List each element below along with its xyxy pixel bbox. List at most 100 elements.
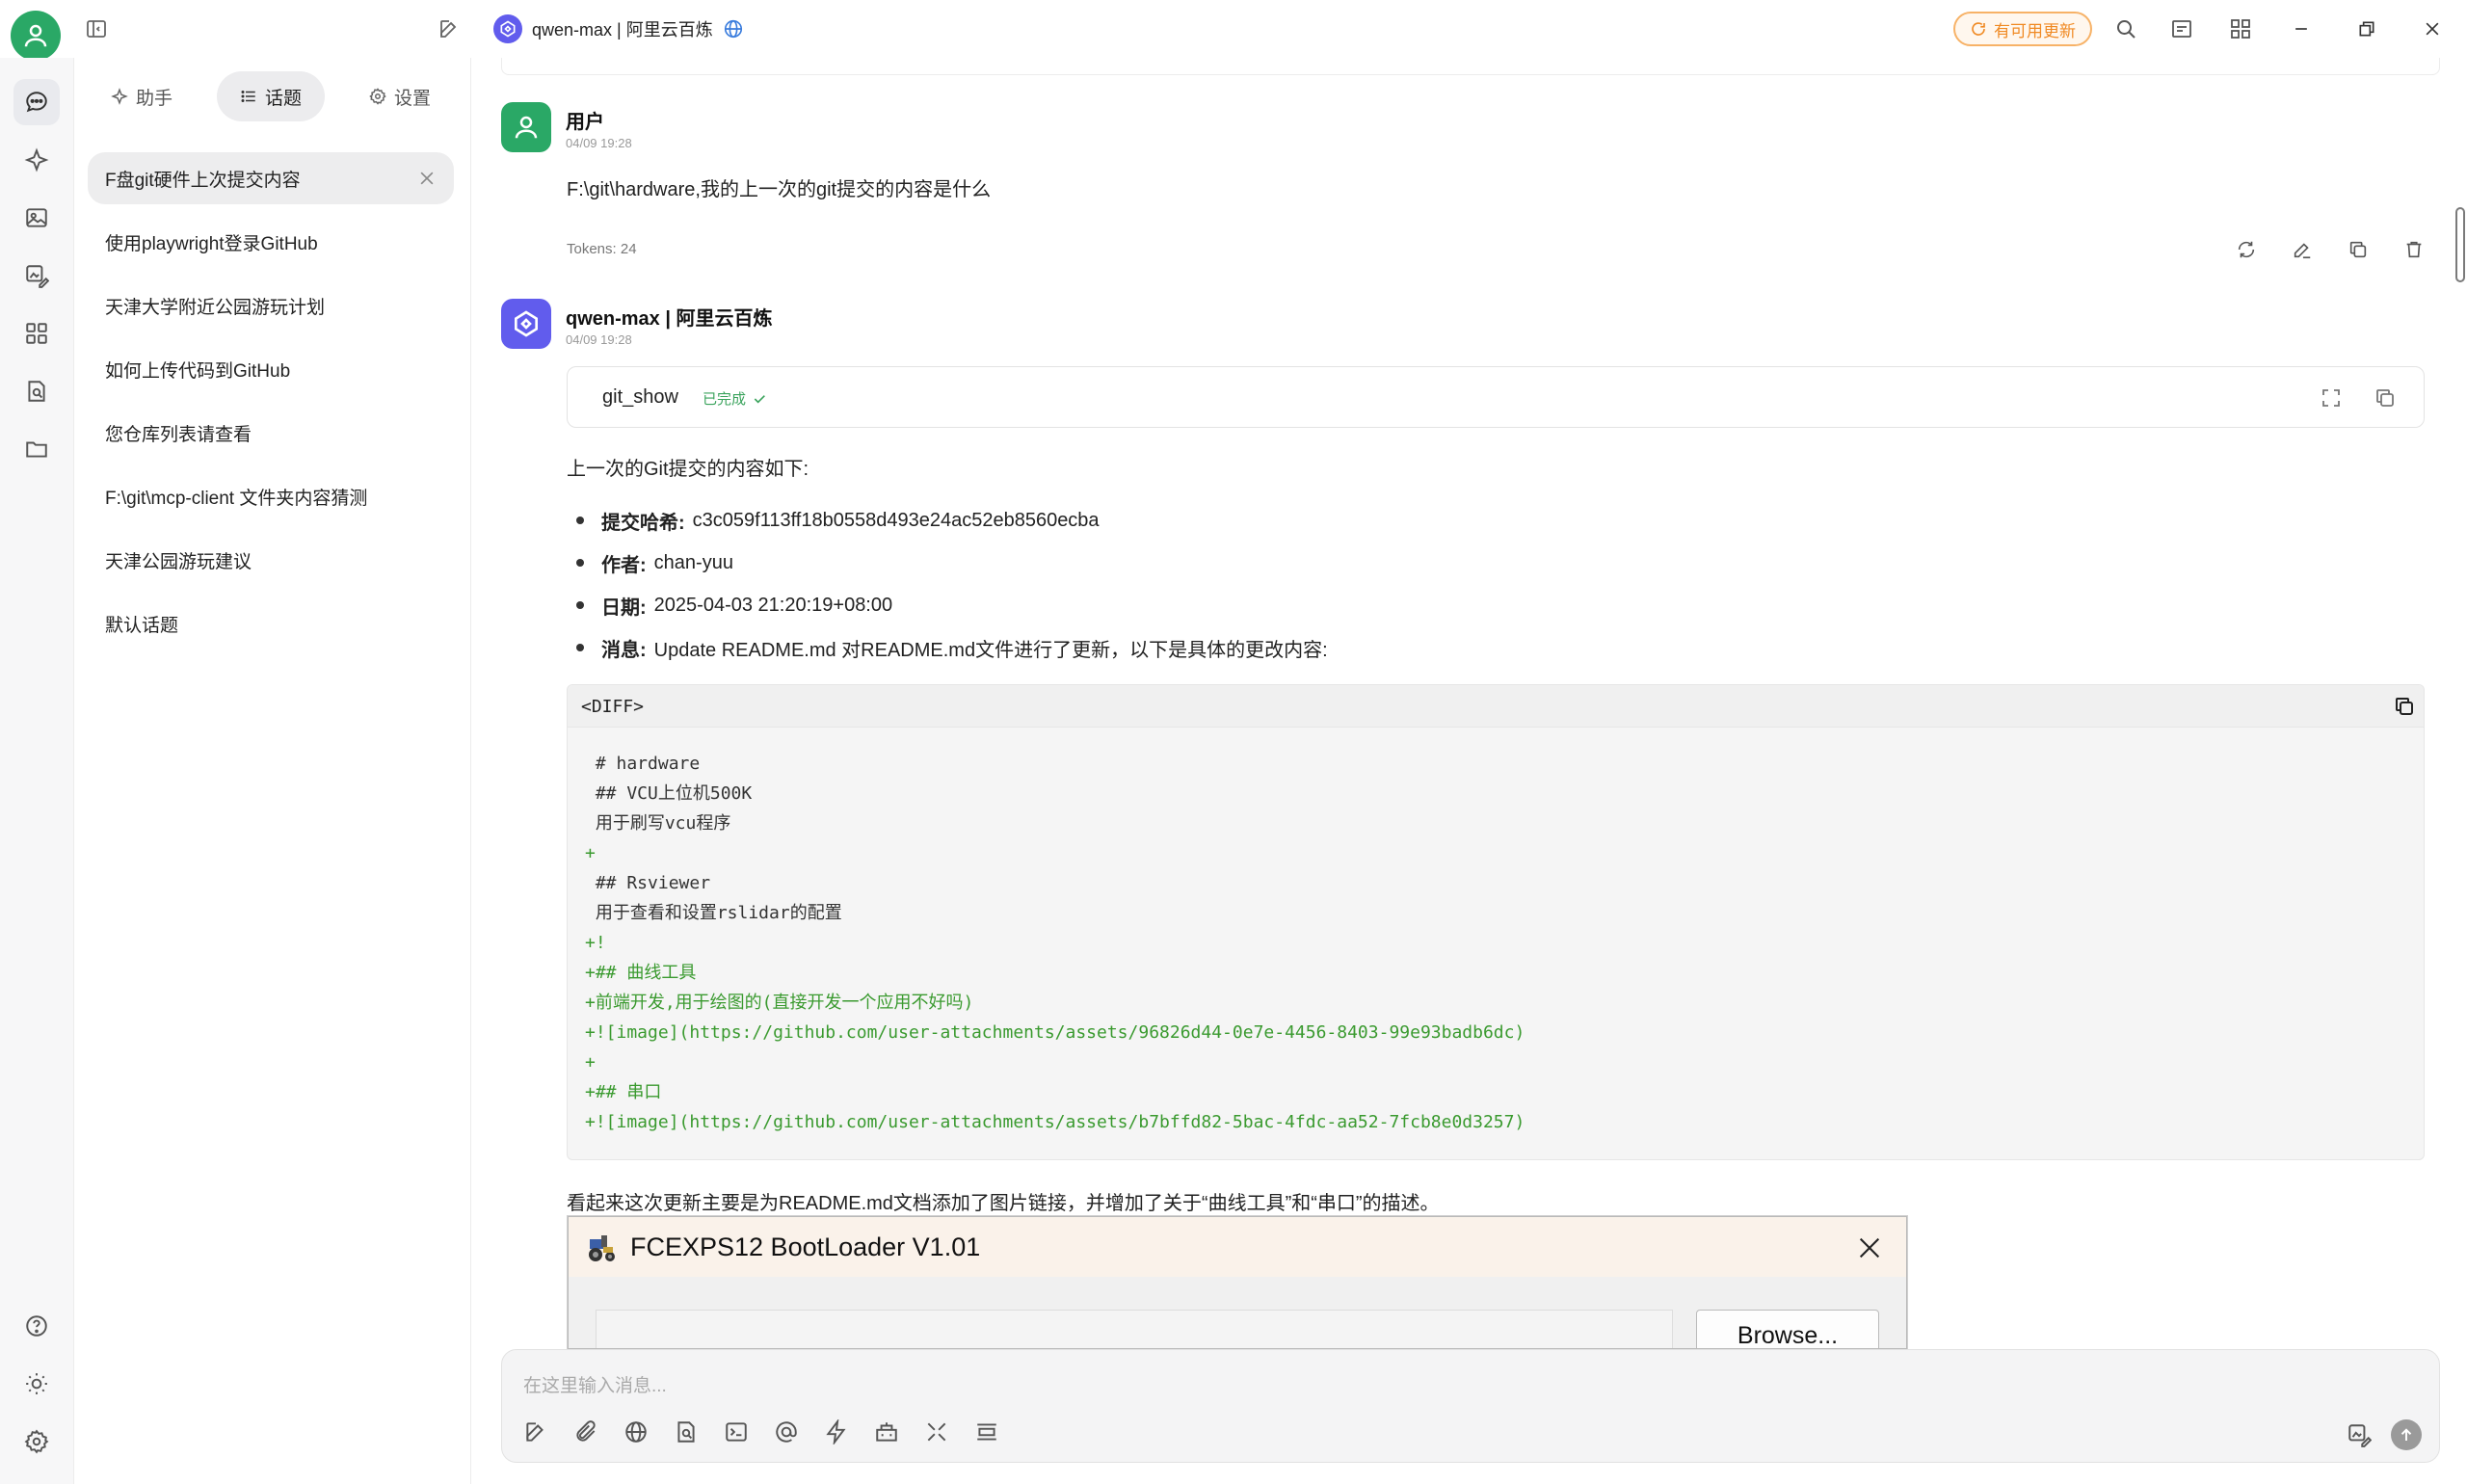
- topic-list: F盘git硬件上次提交内容 使用playwright登录GitHub 天津大学附…: [88, 152, 454, 661]
- rail-chat[interactable]: [13, 79, 60, 125]
- refresh-icon: [1972, 22, 1985, 36]
- topic-item[interactable]: 使用playwright登录GitHub: [88, 216, 454, 268]
- author-value: chan-yuu: [653, 551, 733, 573]
- browse-button[interactable]: Browse...: [1696, 1310, 1879, 1348]
- rail-settings[interactable]: [13, 1418, 60, 1465]
- gear-icon: [369, 88, 386, 105]
- edit-icon[interactable]: [2292, 239, 2313, 260]
- topic-item[interactable]: F盘git硬件上次提交内容: [88, 152, 454, 204]
- file-path-field[interactable]: [596, 1310, 1673, 1348]
- apps-button[interactable]: [2225, 13, 2256, 44]
- rail-knowledge[interactable]: [13, 368, 60, 414]
- assistant-message-time: 04/09 19:28: [566, 332, 632, 347]
- globe-icon[interactable]: [723, 18, 744, 40]
- mention-icon[interactable]: [774, 1419, 799, 1444]
- clear-context-icon[interactable]: [974, 1419, 999, 1444]
- check-icon: [754, 394, 765, 403]
- close-window-button[interactable]: [2417, 13, 2448, 44]
- delete-icon[interactable]: [2403, 239, 2425, 260]
- attachment-icon[interactable]: [573, 1419, 598, 1444]
- edit-icon: [440, 20, 457, 38]
- topic-item[interactable]: F:\git\mcp-client 文件夹内容猜测: [88, 470, 454, 522]
- panel-tabs: 助手 话题 设置: [88, 71, 454, 121]
- model-selector[interactable]: qwen-max | 阿里云百炼: [493, 13, 744, 44]
- code-language: <DIFF>: [581, 697, 645, 717]
- arrow-up-icon: [2401, 1428, 2412, 1441]
- knowledge-base-icon[interactable]: [674, 1419, 699, 1444]
- list-item: 作者: chan-yuu: [567, 542, 1328, 584]
- user-avatar[interactable]: [11, 11, 61, 61]
- bullet-dot: [576, 517, 584, 524]
- rail-apps[interactable]: [13, 310, 60, 357]
- collapse-icon[interactable]: [924, 1419, 949, 1444]
- topic-label: F盘git硬件上次提交内容: [105, 170, 301, 191]
- grid-icon: [2231, 19, 2250, 39]
- minimize-button[interactable]: [2286, 13, 2317, 44]
- send-button[interactable]: [2391, 1419, 2422, 1450]
- search-button[interactable]: [2110, 13, 2141, 44]
- close-icon[interactable]: [1856, 1234, 1883, 1261]
- user-icon: [515, 116, 538, 139]
- message-input-placeholder[interactable]: 在这里输入消息...: [523, 1371, 667, 1397]
- bullet-dot: [576, 601, 584, 609]
- tab-topics[interactable]: 话题: [216, 71, 325, 121]
- rail-translate[interactable]: [13, 252, 60, 299]
- message-actions: [2236, 239, 2425, 260]
- bootloader-titlebar: FCEXPS12 BootLoader V1.01: [569, 1217, 1906, 1277]
- sparkle-icon: [24, 147, 49, 172]
- list-item: 提交哈希: c3c059f113ff18b0558d493e24ac52eb85…: [567, 499, 1328, 542]
- tab-settings[interactable]: 设置: [346, 71, 454, 121]
- regenerate-icon[interactable]: [2236, 239, 2257, 260]
- globe-icon[interactable]: [623, 1419, 649, 1444]
- close-icon[interactable]: [417, 169, 437, 188]
- rail-images[interactable]: [13, 195, 60, 241]
- new-topic-button[interactable]: [434, 13, 464, 44]
- tool-call-card[interactable]: git_show 已完成: [567, 366, 2425, 428]
- help-icon: [26, 1315, 47, 1337]
- expand-icon[interactable]: [2320, 386, 2343, 410]
- topic-item[interactable]: 您仓库列表请查看: [88, 407, 454, 459]
- code-body: # hardware ## VCU上位机500K 用于刷写vcu程序 + ## R…: [568, 728, 2424, 1137]
- new-topic-icon[interactable]: [523, 1419, 548, 1444]
- topic-label: 如何上传代码到GitHub: [105, 360, 291, 382]
- image-edit-icon: [26, 265, 49, 288]
- mcp-server-icon[interactable]: [874, 1419, 899, 1444]
- rail-theme[interactable]: [13, 1361, 60, 1407]
- topic-item[interactable]: 天津公园游玩建议: [88, 534, 454, 586]
- layout-toggle-button[interactable]: [2166, 13, 2197, 44]
- terminal-icon[interactable]: [724, 1419, 749, 1444]
- copy-icon[interactable]: [2393, 695, 2416, 718]
- restore-icon: [2359, 21, 2374, 37]
- user-message-time: 04/09 19:28: [566, 136, 632, 150]
- topic-item[interactable]: 如何上传代码到GitHub: [88, 343, 454, 395]
- commit-hash-key: 提交哈希:: [601, 512, 685, 534]
- apps-grid-icon: [26, 323, 47, 344]
- user-icon: [24, 24, 47, 47]
- message-key: 消息:: [601, 639, 647, 661]
- lightning-icon[interactable]: [824, 1419, 849, 1444]
- copy-icon[interactable]: [2348, 239, 2369, 260]
- code-line: +!: [585, 933, 606, 953]
- list-item: 日期: 2025-04-03 21:20:19+08:00: [567, 584, 1328, 626]
- rail-agents[interactable]: [13, 137, 60, 183]
- restore-button[interactable]: [2351, 13, 2382, 44]
- topic-item[interactable]: 天津大学附近公园游玩计划: [88, 279, 454, 331]
- commit-hash-value: c3c059f113ff18b0558d493e24ac52eb8560ecba: [692, 509, 1100, 531]
- code-line: +## 串口: [585, 1082, 662, 1102]
- copy-icon[interactable]: [2374, 386, 2397, 410]
- message-composer[interactable]: 在这里输入消息...: [501, 1349, 2440, 1463]
- folder-icon: [26, 441, 47, 458]
- chat-scrollbar[interactable]: [2455, 207, 2465, 282]
- rail-files[interactable]: [13, 426, 60, 472]
- image-upload-icon[interactable]: [2347, 1422, 2372, 1447]
- topic-label: F:\git\mcp-client 文件夹内容猜测: [105, 488, 368, 509]
- tab-assistants-label: 助手: [136, 88, 173, 109]
- update-available-button[interactable]: 有可用更新: [1953, 12, 2092, 46]
- toggle-sidebar-button[interactable]: [81, 13, 112, 44]
- rail-help[interactable]: [13, 1303, 60, 1349]
- user-name: 用户: [566, 112, 604, 133]
- bullet-dot: [576, 559, 584, 567]
- tab-assistants[interactable]: 助手: [88, 71, 196, 121]
- topic-item[interactable]: 默认话题: [88, 597, 454, 649]
- code-line: +: [585, 1052, 596, 1073]
